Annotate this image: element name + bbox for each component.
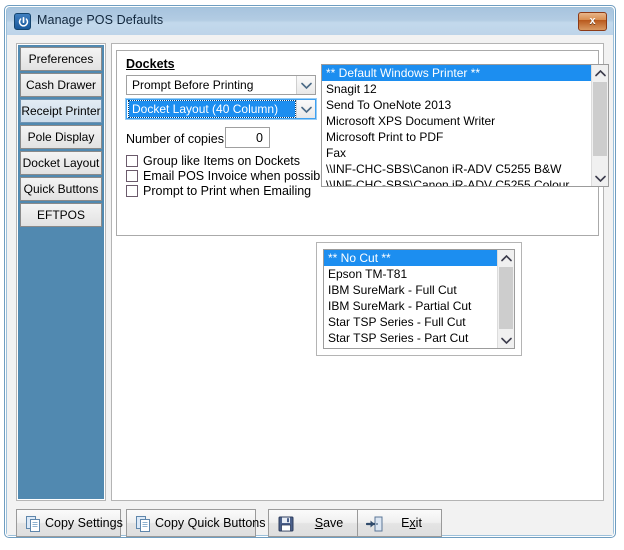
sidebar-item-receipt-printer[interactable]: Receipt Printer [20,99,102,123]
sidebar-item-quick-buttons[interactable]: Quick Buttons [20,177,102,201]
printer-list-scrollbar[interactable] [591,65,608,186]
sidebar-panel: Preferences Cash Drawer Receipt Printer … [16,43,106,501]
scroll-thumb[interactable] [499,267,513,329]
exit-door-icon [365,515,384,533]
copies-label: Number of copies [126,132,224,146]
list-item[interactable]: Fax [322,145,591,161]
list-item[interactable]: \\INF-CHC-SBS\Canon iR-ADV C5255 Colour [322,177,591,186]
docket-layout-value: Docket Layout (40 Column) [128,100,296,118]
exit-button[interactable]: Exit [357,509,442,537]
printer-list[interactable]: ** Default Windows Printer ** Snagit 12 … [321,64,609,187]
content-panel: Dockets Prompt Before Printing Docket La… [111,43,609,501]
list-item[interactable]: Star TSP Series - Full Cut [324,314,497,330]
copy-quick-buttons-label: Copy Quick Buttons [155,516,266,530]
dockets-group: Dockets Prompt Before Printing Docket La… [116,50,609,236]
scroll-down-icon[interactable] [498,332,514,348]
list-item[interactable]: Microsoft Print to PDF [322,129,591,145]
list-item[interactable]: IBM SureMark - Partial Cut [324,298,497,314]
window-title: Manage POS Defaults [37,13,164,27]
list-item[interactable]: Epson TM-T81 [324,266,497,282]
sidebar-item-docket-layout[interactable]: Docket Layout [20,151,102,175]
printer-list-items: ** Default Windows Printer ** Snagit 12 … [322,65,591,186]
window-inner-frame: Manage POS Defaults x Preferences Cash D… [6,7,614,537]
list-item[interactable]: Star TSP Series - Part Cut [324,330,497,346]
exit-rest: it [415,516,422,530]
scroll-thumb[interactable] [593,82,607,156]
copy-icon [135,515,153,533]
sidebar-item-cash-drawer[interactable]: Cash Drawer [20,73,102,97]
cut-list[interactable]: ** No Cut ** Epson TM-T81 IBM SureMark -… [323,249,515,349]
copies-value: 0 [256,131,263,145]
checkbox-box[interactable] [126,185,138,197]
cut-list-items: ** No Cut ** Epson TM-T81 IBM SureMark -… [324,250,497,348]
list-item[interactable]: Snagit 12 [322,81,591,97]
title-bar[interactable]: Manage POS Defaults x [7,8,613,36]
sidebar-tab-list: Preferences Cash Drawer Receipt Printer … [20,47,102,229]
window-body: Preferences Cash Drawer Receipt Printer … [7,35,613,537]
checkbox-box[interactable] [126,170,138,182]
copy-settings-label: Copy Settings [45,516,123,530]
print-mode-value: Prompt Before Printing [132,78,254,92]
close-button[interactable]: x [578,12,607,31]
sidebar-item-preferences[interactable]: Preferences [20,47,102,71]
save-label: Save [297,516,361,530]
cut-list-container: ** No Cut ** Epson TM-T81 IBM SureMark -… [316,242,522,356]
copies-input[interactable]: 0 [225,127,270,148]
list-item[interactable]: ** Default Windows Printer ** [322,65,591,81]
sidebar-item-eftpos[interactable]: EFTPOS [20,203,102,227]
copy-settings-button[interactable]: Copy Settings [16,509,123,537]
checkbox-label: Prompt to Print when Emailing [143,184,312,198]
list-item[interactable]: Send To OneNote 2013 [322,97,591,113]
save-rest: ave [323,516,344,530]
scroll-up-icon[interactable] [498,250,514,266]
manage-pos-defaults-window: Manage POS Defaults x Preferences Cash D… [4,5,616,538]
save-disk-icon [277,515,295,533]
checkbox-label: Email POS Invoice when possible [143,169,330,183]
list-item[interactable]: Microsoft XPS Document Writer [322,113,591,129]
save-button[interactable]: Save [268,509,366,537]
save-accel: S [314,516,324,530]
checkbox-label: Group like Items on Dockets [143,154,301,168]
chevron-down-icon[interactable] [296,76,315,94]
checkbox-box[interactable] [126,155,138,167]
exit-label: Exit [386,516,437,530]
print-mode-combo[interactable]: Prompt Before Printing [126,75,316,95]
dockets-group-title: Dockets [126,57,175,71]
docket-layout-combo[interactable]: Docket Layout (40 Column) [126,99,316,119]
chevron-down-icon[interactable] [296,100,315,118]
copy-quick-buttons-button[interactable]: Copy Quick Buttons [126,509,266,537]
list-item[interactable]: IBM SureMark - Full Cut [324,282,497,298]
scroll-up-icon[interactable] [592,65,608,81]
scroll-down-icon[interactable] [592,170,608,186]
sidebar-item-pole-display[interactable]: Pole Display [20,125,102,149]
power-icon [14,13,31,30]
list-item[interactable]: ** No Cut ** [324,250,497,266]
close-icon: x [589,15,596,27]
copy-icon [25,515,43,533]
cut-list-scrollbar[interactable] [497,250,514,348]
list-item[interactable]: \\INF-CHC-SBS\Canon iR-ADV C5255 B&W [322,161,591,177]
